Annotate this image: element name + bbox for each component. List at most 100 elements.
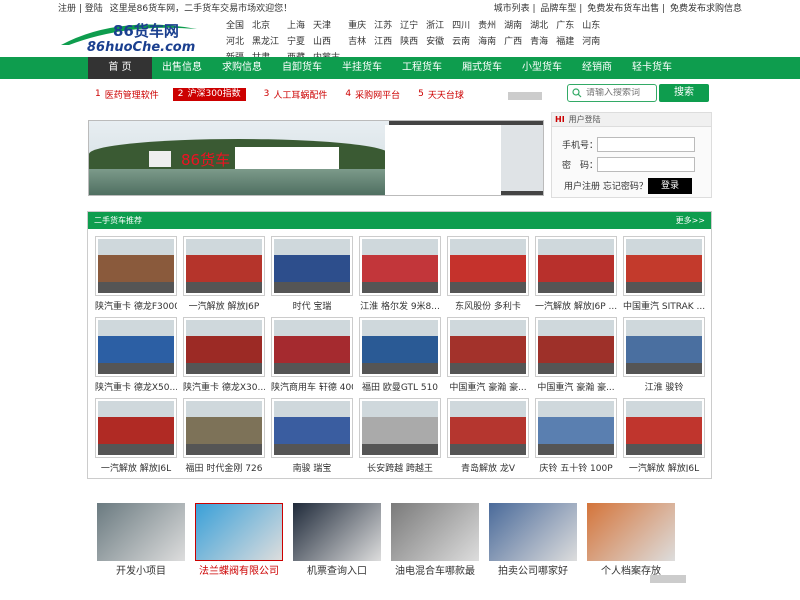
truck-card[interactable]: 东风股份 多利卡 (447, 236, 529, 317)
nav-item[interactable]: 求购信息 (212, 57, 272, 79)
truck-photo[interactable] (359, 236, 441, 296)
truck-photo[interactable] (271, 398, 353, 458)
hot-link[interactable]: 5 天天台球 (418, 88, 464, 101)
hot-link[interactable]: 4 采购网平台 (345, 88, 400, 101)
truck-card[interactable]: 一汽解放 解放J6P ... (535, 236, 617, 317)
ad-image[interactable] (195, 503, 283, 561)
ad-image[interactable] (391, 503, 479, 561)
ad-label[interactable]: 法兰蝶阀有限公司 (195, 562, 283, 577)
ad-item[interactable]: 法兰蝶阀有限公司 (195, 503, 293, 577)
forgot-password-link[interactable]: 忘记密码？ (603, 182, 648, 192)
truck-photo[interactable] (271, 317, 353, 377)
truck-name[interactable]: 青岛解放 龙V (447, 461, 529, 472)
truck-photo[interactable] (183, 398, 265, 458)
nav-item[interactable]: 半挂货车 (332, 57, 392, 79)
hot-link[interactable]: 3 人工耳蜗配件 (264, 88, 328, 101)
nav-item[interactable]: 经销商 (572, 57, 622, 79)
truck-name[interactable]: 中国重汽 豪瀚 豪... (535, 380, 617, 391)
truck-name[interactable]: 一汽解放 解放J6P ... (535, 299, 617, 310)
truck-name[interactable]: 福田 欧曼GTL 510 (359, 380, 441, 391)
nav-item[interactable]: 出售信息 (152, 57, 212, 79)
truck-photo[interactable] (95, 398, 177, 458)
ad-image[interactable] (293, 503, 381, 561)
city-link[interactable]: 江苏 (374, 20, 392, 33)
search-box[interactable] (567, 84, 657, 102)
city-link[interactable]: 安徽 (426, 36, 444, 49)
truck-card[interactable]: 江淮 格尔发 9米8... (359, 236, 441, 317)
city-link[interactable]: 湖南 (504, 20, 522, 33)
truck-card[interactable]: 陕汽商用车 轩德 400 (271, 317, 353, 398)
city-link[interactable]: 辽宁 (400, 20, 418, 33)
hot-link[interactable]: 2 沪深300指数 (172, 87, 246, 101)
truck-card[interactable]: 陕汽重卡 德龙X50... (95, 317, 177, 398)
truck-name[interactable]: 南骏 瑞宝 (271, 461, 353, 472)
truck-name[interactable]: 陕汽重卡 德龙X30... (183, 380, 265, 391)
ad-label[interactable]: 拍卖公司哪家好 (489, 562, 577, 577)
city-link[interactable]: 海南 (478, 36, 496, 49)
city-link[interactable]: 重庆 (348, 20, 366, 33)
nav-item[interactable]: 小型货车 (512, 57, 572, 79)
password-input[interactable] (597, 157, 695, 172)
truck-photo[interactable] (183, 236, 265, 296)
truck-card[interactable]: 一汽解放 解放J6P (183, 236, 265, 317)
ad-label[interactable]: 开发小项目 (97, 562, 185, 577)
city-link[interactable]: 北京 (252, 20, 279, 33)
phone-input[interactable] (597, 137, 695, 152)
truck-name[interactable]: 江淮 格尔发 9米8... (359, 299, 441, 310)
city-link[interactable]: 山东 (582, 20, 600, 33)
more-link[interactable]: 更多>> (676, 215, 705, 226)
post-sale-link[interactable]: 免费发布货车出售 (587, 4, 659, 14)
truck-card[interactable]: 陕汽重卡 德龙X30... (183, 317, 265, 398)
city-link[interactable]: 湖北 (530, 20, 548, 33)
city-link[interactable]: 广东 (556, 20, 574, 33)
truck-card[interactable]: 时代 宝瑞 (271, 236, 353, 317)
truck-card[interactable]: 福田 时代金刚 726 (183, 398, 265, 479)
city-link[interactable]: 江西 (374, 36, 392, 49)
city-link[interactable]: 广西 (504, 36, 522, 49)
truck-name[interactable]: 东风股份 多利卡 (447, 299, 529, 310)
ad-item[interactable]: 机票查询入口 (293, 503, 391, 577)
truck-photo[interactable] (623, 317, 705, 377)
city-link[interactable]: 河南 (582, 36, 600, 49)
city-link[interactable]: 贵州 (478, 20, 496, 33)
ad-item[interactable]: 拍卖公司哪家好 (489, 503, 587, 577)
city-link[interactable]: 山西 (313, 36, 340, 49)
truck-photo[interactable] (271, 236, 353, 296)
city-link[interactable]: 浙江 (426, 20, 444, 33)
truck-name[interactable]: 陕汽商用车 轩德 400 (271, 380, 353, 391)
city-link[interactable]: 天津 (313, 20, 340, 33)
city-link[interactable]: 四川 (452, 20, 470, 33)
truck-name[interactable]: 一汽解放 解放J6L (95, 461, 177, 472)
city-link[interactable]: 河北 (226, 36, 244, 49)
login-button[interactable]: 登录 (648, 178, 692, 194)
truck-card[interactable]: 青岛解放 龙V (447, 398, 529, 479)
truck-card[interactable]: 一汽解放 解放J6L (95, 398, 177, 479)
nav-item[interactable]: 自卸货车 (272, 57, 332, 79)
truck-name[interactable]: 江淮 骏铃 (623, 380, 705, 391)
city-list-link[interactable]: 城市列表 (494, 4, 530, 14)
truck-name[interactable]: 中国重汽 SITRAK ... (623, 299, 705, 310)
brand-link[interactable]: 品牌车型 (540, 4, 576, 14)
city-link[interactable]: 全国 (226, 20, 244, 33)
truck-card[interactable]: 福田 欧曼GTL 510 (359, 317, 441, 398)
truck-name[interactable]: 福田 时代金刚 726 (183, 461, 265, 472)
truck-photo[interactable] (95, 236, 177, 296)
search-input[interactable] (586, 88, 650, 98)
login-link[interactable]: 登陆 (85, 4, 103, 14)
banner-image[interactable]: 86货车 (88, 120, 544, 196)
truck-photo[interactable] (535, 236, 617, 296)
truck-name[interactable]: 陕汽重卡 德龙F3000 (95, 299, 177, 310)
truck-photo[interactable] (623, 398, 705, 458)
truck-photo[interactable] (183, 317, 265, 377)
ad-image[interactable] (97, 503, 185, 561)
truck-photo[interactable] (359, 317, 441, 377)
ad-item[interactable]: 个人档案存放 (587, 503, 685, 577)
truck-photo[interactable] (447, 317, 529, 377)
truck-card[interactable]: 陕汽重卡 德龙F3000 (95, 236, 177, 317)
hot-link[interactable]: 1 医药管理软件 (95, 88, 159, 101)
city-link[interactable]: 吉林 (348, 36, 366, 49)
city-link[interactable]: 上海 (287, 20, 305, 33)
nav-item[interactable]: 厢式货车 (452, 57, 512, 79)
city-link[interactable]: 福建 (556, 36, 574, 49)
nav-item[interactable]: 首 页 (88, 57, 152, 79)
